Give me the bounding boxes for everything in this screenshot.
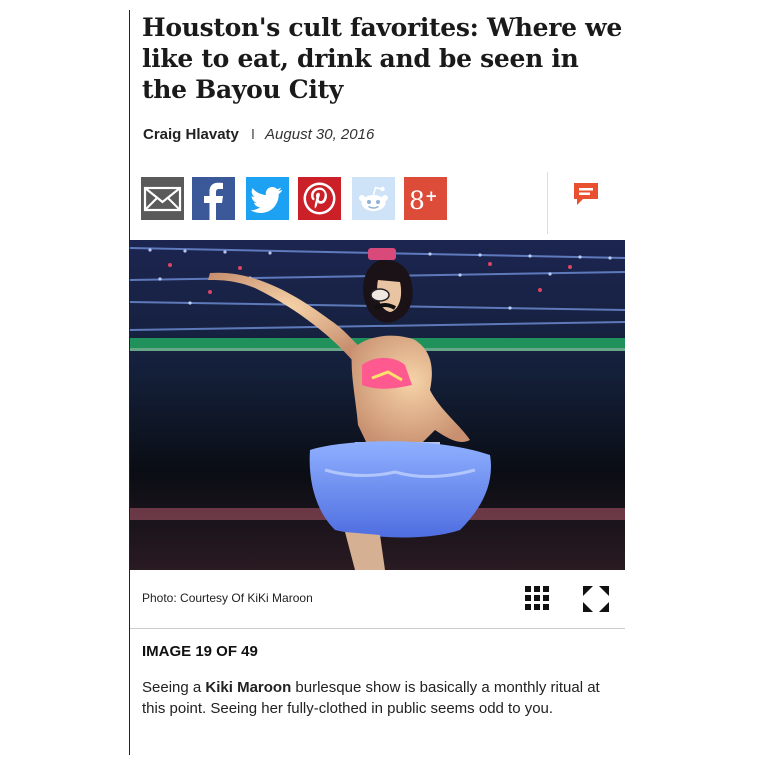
- caption-lead: Seeing a: [142, 679, 206, 696]
- publish-date: August 30, 2016: [265, 126, 375, 143]
- google-plus-icon: 8 +: [404, 177, 447, 220]
- envelope-icon: [141, 177, 184, 220]
- pinterest-icon: [298, 177, 341, 220]
- comments-button[interactable]: [571, 180, 601, 210]
- fullscreen-expand-icon: [583, 586, 609, 612]
- share-divider: [547, 172, 548, 234]
- article-title: Houston's cult favorites: Where we like …: [142, 13, 622, 104]
- svg-text:+: +: [425, 187, 438, 205]
- photo-credit: Photo: Courtesy Of KiKi Maroon: [142, 591, 313, 605]
- gallery-photo[interactable]: [130, 240, 625, 570]
- caption-performer-name: Kiki Maroon: [205, 679, 292, 696]
- fullscreen-button[interactable]: [582, 585, 610, 613]
- twitter-bird-icon: [246, 177, 289, 220]
- reddit-alien-icon: [352, 177, 395, 220]
- image-caption: Seeing a Kiki Maroon burlesque show is b…: [142, 677, 617, 719]
- byline-separator: I: [250, 126, 256, 143]
- author-name[interactable]: Craig Hlavaty: [143, 126, 239, 143]
- email-share-button[interactable]: [141, 177, 184, 220]
- burlesque-performer-photo: [130, 240, 625, 570]
- google-plus-share-button[interactable]: 8 +: [404, 177, 447, 220]
- caption-divider: [130, 628, 625, 629]
- thumbnail-grid-icon: [525, 586, 549, 610]
- facebook-share-button[interactable]: [192, 177, 235, 220]
- comment-bubble-icon: [574, 183, 598, 205]
- image-counter: IMAGE 19 OF 49: [142, 643, 258, 660]
- facebook-icon: [192, 177, 235, 220]
- byline: Craig Hlavaty I August 30, 2016: [143, 126, 374, 143]
- pinterest-share-button[interactable]: [298, 177, 341, 220]
- thumbnail-grid-button[interactable]: [524, 585, 550, 611]
- svg-text:8: 8: [409, 186, 425, 215]
- twitter-share-button[interactable]: [246, 177, 289, 220]
- reddit-share-button[interactable]: [352, 177, 395, 220]
